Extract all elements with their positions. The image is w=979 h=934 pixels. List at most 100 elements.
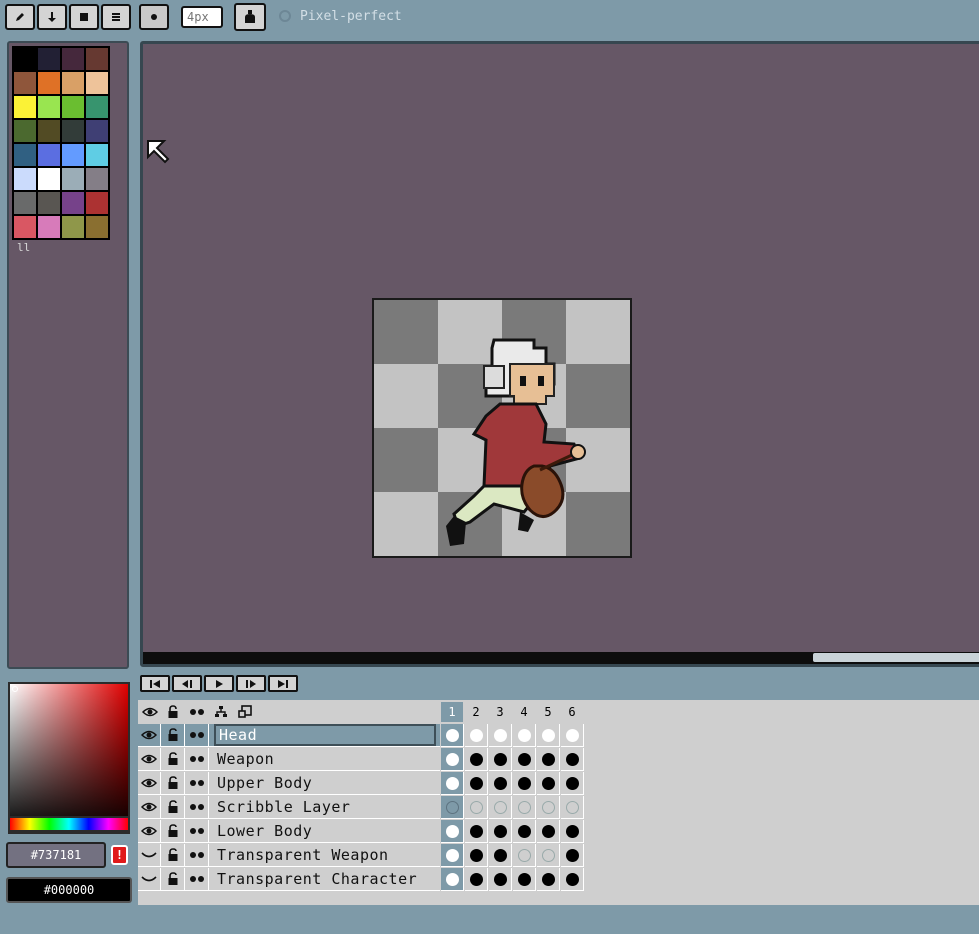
previous-frame-button[interactable] [172,675,202,692]
frame-number[interactable]: 1 [441,702,463,722]
layer-lock-icon[interactable] [162,772,185,794]
palette-swatch[interactable] [85,119,109,143]
frame-number[interactable]: 2 [465,702,487,722]
frame-cel[interactable] [513,796,536,819]
layer-square-icon[interactable] [234,702,256,722]
frame-cel[interactable] [513,868,536,891]
palette-swatch[interactable] [13,215,37,239]
frame-cel[interactable] [465,724,488,747]
palette-swatch[interactable] [37,167,61,191]
frame-cel[interactable] [561,844,584,867]
layer-onion-skin-icon[interactable] [186,772,209,794]
frame-cel[interactable] [537,844,560,867]
layer-lock-icon[interactable] [162,820,185,842]
palette-swatch[interactable] [13,143,37,167]
palette-swatch[interactable] [61,47,85,71]
layer-onion-skin-icon[interactable] [186,844,209,866]
play-button[interactable] [204,675,234,692]
palette-swatch[interactable] [85,167,109,191]
layer-lock-icon[interactable] [162,868,185,890]
palette-swatch[interactable] [37,71,61,95]
layer-visible-eye-icon[interactable] [138,820,161,842]
frame-cel[interactable] [537,820,560,843]
palette-swatch[interactable] [85,71,109,95]
layer-name[interactable]: Weapon [214,748,274,770]
palette-swatch[interactable] [37,215,61,239]
layer-hidden-eye-icon[interactable] [138,868,161,890]
layer-name[interactable]: Transparent Character [214,868,417,890]
layer-visible-eye-icon[interactable] [138,748,161,770]
frame-cel[interactable] [465,748,488,771]
layer-name[interactable]: Upper Body [214,772,312,794]
layer-lock-icon[interactable] [162,748,185,770]
frame-number[interactable]: 3 [489,702,511,722]
frame-cel[interactable] [513,748,536,771]
frame-cel[interactable] [441,820,464,843]
color-picker-field[interactable] [8,682,130,834]
layer-visible-eye-icon[interactable] [138,772,161,794]
frame-cel[interactable] [465,772,488,795]
brush-size-input[interactable] [181,6,223,28]
palette-swatch[interactable] [37,119,61,143]
frame-cel[interactable] [489,724,512,747]
palette-swatch[interactable] [85,191,109,215]
frame-cel[interactable] [561,772,584,795]
scrollbar-thumb[interactable] [813,653,979,662]
frame-cel[interactable] [561,724,584,747]
layer-row[interactable]: Transparent Weapon [138,844,440,867]
layer-visible-eye-icon[interactable] [138,724,161,746]
palette-swatch[interactable] [61,191,85,215]
layer-visible-eye-icon[interactable] [138,796,161,818]
onion-skin-icon[interactable] [186,702,208,722]
layer-lock-icon[interactable] [162,796,185,818]
lock-icon[interactable] [162,702,184,722]
layer-row[interactable]: Weapon [138,748,440,771]
palette-swatch[interactable] [85,47,109,71]
palette-swatch[interactable] [13,167,37,191]
palette-swatch[interactable] [61,215,85,239]
canvas-horizontal-scrollbar[interactable] [143,652,979,664]
palette-swatch[interactable] [85,143,109,167]
palette-swatch[interactable] [61,143,85,167]
layer-name[interactable]: Lower Body [214,820,312,842]
frame-cel[interactable] [513,772,536,795]
warning-icon[interactable]: ! [111,845,128,865]
frame-cel[interactable] [561,796,584,819]
frame-cel[interactable] [441,724,464,747]
frame-cel[interactable] [465,868,488,891]
frame-cel[interactable] [489,868,512,891]
layer-row[interactable]: Scribble Layer [138,796,440,819]
link-icon[interactable] [210,702,232,722]
layer-lock-icon[interactable] [162,724,185,746]
frame-cel[interactable] [489,820,512,843]
layer-name[interactable]: Scribble Layer [214,796,350,818]
frame-cel[interactable] [465,820,488,843]
palette-swatch[interactable] [13,95,37,119]
rectangle-tool-button[interactable] [69,4,99,30]
frame-cel[interactable] [441,748,464,771]
frame-cel[interactable] [489,748,512,771]
palette-swatch[interactable] [13,191,37,215]
layer-name[interactable]: Transparent Weapon [214,844,389,866]
layer-row[interactable]: Lower Body [138,820,440,843]
frame-number[interactable]: 6 [561,702,583,722]
frame-cel[interactable] [489,772,512,795]
primary-color-hex[interactable]: #737181 [6,842,106,868]
palette-swatch[interactable] [37,143,61,167]
frame-cel[interactable] [537,868,560,891]
eye-icon[interactable] [139,702,161,722]
frame-cel[interactable] [561,868,584,891]
pencil-tool-button[interactable] [5,4,35,30]
frame-cel[interactable] [489,796,512,819]
layer-onion-skin-icon[interactable] [186,820,209,842]
sprite-canvas[interactable] [372,298,632,558]
frame-cel[interactable] [489,844,512,867]
palette-swatch[interactable] [85,95,109,119]
secondary-color-hex[interactable]: #000000 [6,877,132,903]
layer-row[interactable]: Transparent Character [138,868,440,891]
fill-down-tool-button[interactable] [37,4,67,30]
next-frame-button[interactable] [236,675,266,692]
frame-cel[interactable] [537,796,560,819]
layer-name[interactable]: Head [214,724,436,746]
frame-cel[interactable] [441,796,464,819]
